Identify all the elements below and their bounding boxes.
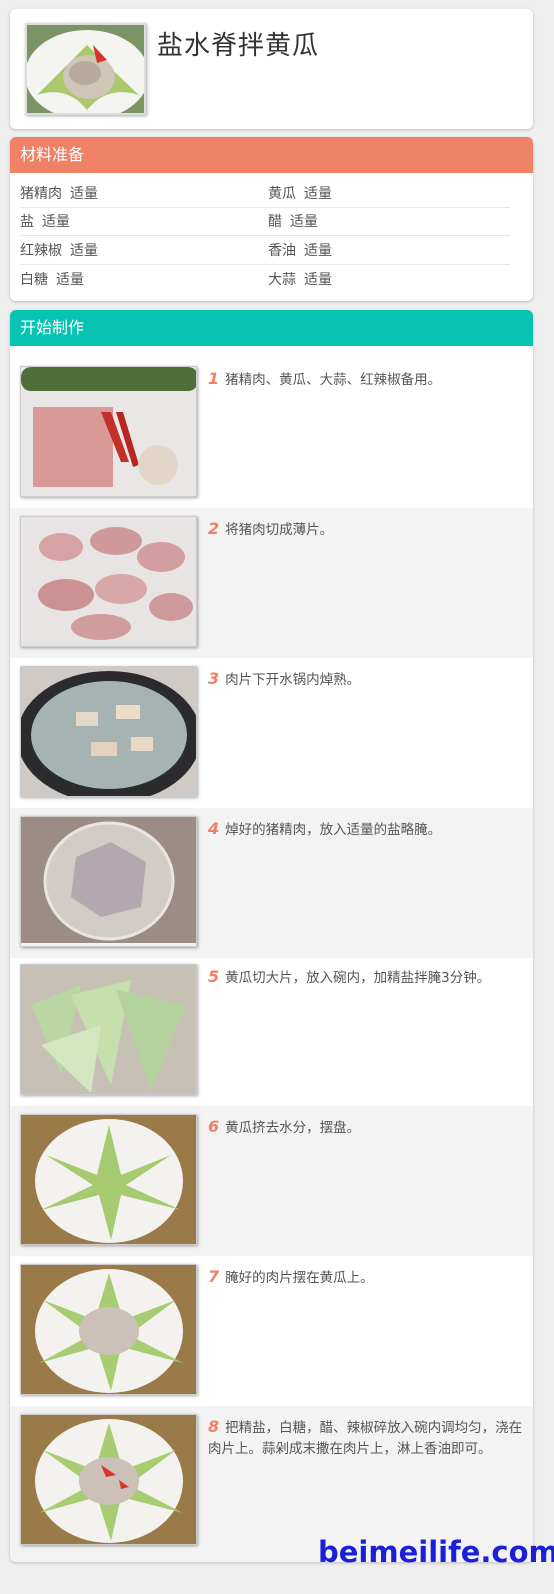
step-number: 6 bbox=[208, 1117, 220, 1136]
ingredient-amount: 适量 bbox=[56, 271, 84, 288]
step-text: 2 将猪肉切成薄片。 bbox=[208, 518, 523, 541]
ingredient-amount: 适量 bbox=[304, 242, 332, 259]
step-number: 4 bbox=[208, 819, 220, 838]
step-description: 黄瓜挤去水分，摆盘。 bbox=[225, 1120, 361, 1136]
step-text: 8 把精盐，白糖，醋、辣椒碎放入碗内调均匀，浇在肉片上。蒜剁成末撒在肉片上，淋上香… bbox=[208, 1416, 523, 1460]
step-description: 猪精肉、黄瓜、大蒜、红辣椒备用。 bbox=[225, 372, 442, 388]
ingredient-row: 红辣椒 适量 香油 适量 bbox=[20, 236, 510, 265]
ingredient-name: 猪精肉 bbox=[20, 185, 62, 202]
step-8-image bbox=[20, 1414, 197, 1545]
step-text: 6 黄瓜挤去水分，摆盘。 bbox=[208, 1116, 523, 1139]
step-description: 焯好的猪精肉，放入适量的盐略腌。 bbox=[225, 822, 442, 838]
step-number: 7 bbox=[208, 1267, 220, 1286]
ingredient-name: 醋 bbox=[268, 214, 282, 231]
step-text: 1 猪精肉、黄瓜、大蒜、红辣椒备用。 bbox=[208, 368, 523, 391]
ingredient-item: 黄瓜 适量 bbox=[265, 183, 510, 203]
ingredient-item: 醋适量 bbox=[265, 211, 510, 231]
ingredient-item: 白糖 适量 bbox=[20, 269, 265, 289]
step-item: 5 黄瓜切大片，放入碗内，加精盐拌腌3分钟。 bbox=[10, 956, 533, 1106]
step-3-image bbox=[20, 666, 197, 797]
step-5-image bbox=[20, 964, 197, 1095]
step-description: 肉片下开水锅内焯熟。 bbox=[225, 672, 361, 688]
step-1-image bbox=[20, 366, 197, 497]
ingredient-name: 白糖 bbox=[20, 271, 48, 288]
step-number: 5 bbox=[208, 967, 220, 986]
step-text: 3 肉片下开水锅内焯熟。 bbox=[208, 668, 523, 691]
ingredient-item: 大蒜 适量 bbox=[265, 269, 510, 289]
step-item: 6 黄瓜挤去水分，摆盘。 bbox=[10, 1106, 533, 1256]
ingredients-list: 猪精肉 适量 黄瓜 适量 盐适量 醋适量 红辣椒 适量 香油 适量 白糖 适量 大蒜 适量 bbox=[20, 179, 510, 293]
step-6-image bbox=[20, 1114, 197, 1245]
step-text: 5 黄瓜切大片，放入碗内，加精盐拌腌3分钟。 bbox=[208, 966, 523, 989]
steps-header: 开始制作 bbox=[10, 310, 533, 346]
step-7-image bbox=[20, 1264, 197, 1395]
recipe-thumbnail-image bbox=[25, 23, 146, 115]
step-text: 7 腌好的肉片摆在黄瓜上。 bbox=[208, 1266, 523, 1289]
step-item: 7 腌好的肉片摆在黄瓜上。 bbox=[10, 1256, 533, 1406]
ingredient-item: 盐适量 bbox=[20, 211, 265, 231]
ingredient-item: 香油 适量 bbox=[265, 240, 510, 260]
step-number: 3 bbox=[208, 669, 220, 688]
ingredient-amount: 适量 bbox=[304, 185, 332, 202]
ingredient-row: 白糖 适量 大蒜 适量 bbox=[20, 265, 510, 294]
ingredient-amount: 适量 bbox=[304, 271, 332, 288]
steps-card: 开始制作 1 猪精肉、黄瓜、大蒜、红辣椒备用。 2 将猪肉切成薄片。 3 肉片下开水锅… bbox=[10, 310, 533, 1562]
ingredients-card: 材料准备 猪精肉 适量 黄瓜 适量 盐适量 醋适量 红辣椒 适量 香油 适量 白糖 适量 … bbox=[10, 137, 533, 301]
recipe-title: 盐水脊拌黄瓜 bbox=[157, 31, 320, 61]
ingredient-name: 香油 bbox=[268, 242, 296, 259]
step-item: 1 猪精肉、黄瓜、大蒜、红辣椒备用。 bbox=[10, 358, 533, 508]
ingredient-amount: 适量 bbox=[70, 185, 98, 202]
ingredient-name: 黄瓜 bbox=[268, 185, 296, 202]
step-4-image bbox=[20, 816, 197, 947]
watermark-logo: beimeilife.com bbox=[318, 1535, 554, 1569]
ingredients-header: 材料准备 bbox=[10, 137, 533, 173]
ingredient-amount: 适量 bbox=[290, 214, 318, 231]
ingredient-row: 猪精肉 适量 黄瓜 适量 bbox=[20, 179, 510, 208]
step-description: 黄瓜切大片，放入碗内，加精盐拌腌3分钟。 bbox=[225, 970, 491, 986]
step-description: 腌好的肉片摆在黄瓜上。 bbox=[225, 1270, 374, 1286]
step-number: 1 bbox=[208, 369, 220, 388]
ingredient-amount: 适量 bbox=[42, 214, 70, 231]
ingredient-name: 红辣椒 bbox=[20, 242, 62, 259]
step-text: 4 焯好的猪精肉，放入适量的盐略腌。 bbox=[208, 818, 523, 841]
step-number: 2 bbox=[208, 519, 220, 538]
ingredient-item: 猪精肉 适量 bbox=[20, 183, 265, 203]
step-2-image bbox=[20, 516, 197, 647]
step-item: 4 焯好的猪精肉，放入适量的盐略腌。 bbox=[10, 808, 533, 958]
ingredient-name: 大蒜 bbox=[268, 271, 296, 288]
step-description: 将猪肉切成薄片。 bbox=[225, 522, 334, 538]
step-number: 8 bbox=[208, 1417, 220, 1436]
step-item: 2 将猪肉切成薄片。 bbox=[10, 508, 533, 658]
step-description: 把精盐，白糖，醋、辣椒碎放入碗内调均匀，浇在肉片上。蒜剁成末撒在肉片上，淋上香油… bbox=[208, 1420, 523, 1457]
ingredient-item: 红辣椒 适量 bbox=[20, 240, 265, 260]
ingredient-name: 盐 bbox=[20, 214, 34, 231]
recipe-header-card: 盐水脊拌黄瓜 bbox=[10, 9, 533, 129]
step-item: 3 肉片下开水锅内焯熟。 bbox=[10, 658, 533, 808]
ingredient-row: 盐适量 醋适量 bbox=[20, 208, 510, 236]
ingredient-amount: 适量 bbox=[70, 242, 98, 259]
